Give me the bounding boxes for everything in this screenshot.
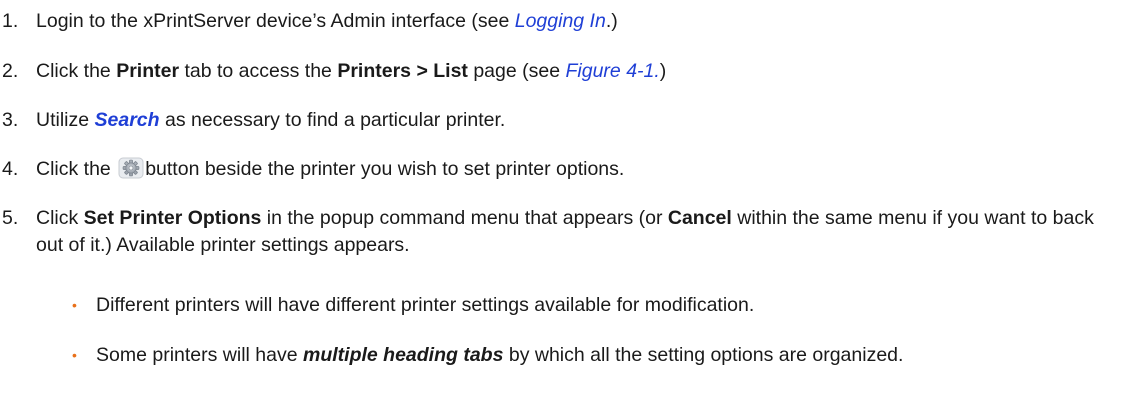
step-number: 3. [2, 109, 19, 131]
bullet-item-2: • Some printers will have multiple headi… [0, 342, 1135, 402]
step-text: Click Set Printer Options in the popup c… [36, 205, 1125, 259]
logging-in-link[interactable]: Logging In [515, 10, 606, 32]
step-text: Click the Printer tab to access the Prin… [36, 58, 1125, 85]
text-run: in the popup command menu that appears (… [261, 207, 668, 229]
bullet-text: Some printers will have multiple heading… [96, 342, 1115, 369]
step-number: 1. [2, 10, 19, 32]
step-text: Click the button beside the printer you … [36, 156, 1125, 183]
step-number: 4. [2, 158, 19, 180]
text-run: Click the [36, 60, 117, 82]
text-run: Login to the xPrintServer device’s Admin… [36, 10, 515, 32]
step-number: 2. [2, 60, 19, 82]
text-run: tab to access the [179, 60, 338, 82]
text-run: button beside the printer you wish to se… [145, 158, 625, 180]
step-text: Utilize Search as necessary to find a pa… [36, 107, 1125, 134]
text-run: Click the [36, 158, 117, 180]
printers-list-term: Printers > List [337, 60, 468, 82]
text-run: as necessary to find a particular printe… [159, 109, 506, 131]
gear-icon [118, 157, 144, 179]
text-run: Click [36, 207, 84, 229]
text-run: page (see [467, 60, 566, 82]
text-run: Utilize [36, 109, 95, 131]
step-number: 5. [2, 207, 19, 229]
multiple-heading-tabs-term: multiple heading tabs [303, 344, 504, 366]
text-run: .) [605, 10, 618, 32]
bullet-text: Different printers will have different p… [96, 294, 755, 316]
cancel-term: Cancel [667, 207, 732, 229]
printer-term: Printer [116, 60, 180, 82]
document-page: { "steps": [ { "number": "1.", "p1": "Lo… [0, 0, 1135, 408]
step-text: Login to the xPrintServer device’s Admin… [36, 8, 1125, 35]
text-run: ) [659, 60, 667, 82]
bullet-glyph: • [72, 297, 77, 313]
text-run: Some printers will have [96, 344, 303, 366]
bullet-glyph: • [72, 347, 77, 363]
step-5: 5. Click Set Printer Options in the popu… [0, 205, 1135, 265]
search-link[interactable]: Search [95, 109, 160, 131]
set-printer-options-term: Set Printer Options [83, 207, 262, 229]
text-run: by which all the setting options are org… [503, 344, 904, 366]
figure-4-1-link[interactable]: Figure 4-1. [566, 60, 660, 82]
